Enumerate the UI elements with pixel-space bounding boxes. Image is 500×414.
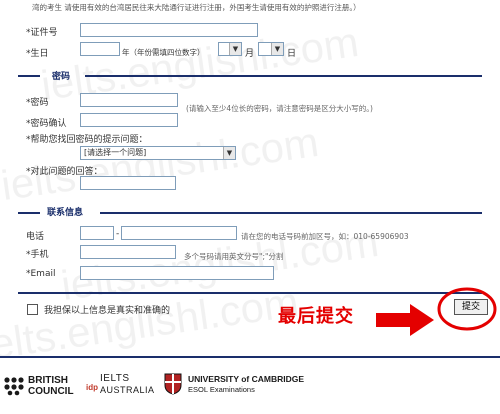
- email-label: *Email: [26, 269, 56, 279]
- id-number-label: *证件号: [26, 28, 58, 38]
- birthday-label: *生日: [26, 49, 49, 59]
- agreement-label: 我担保以上信息是真实和准确的: [44, 306, 171, 316]
- mobile-label: *手机: [26, 250, 49, 260]
- birth-day-select[interactable]: ▼: [258, 42, 284, 56]
- cambridge-line2: ESOL Examinations: [188, 385, 255, 394]
- password-label: *密码: [26, 98, 49, 108]
- password-hint: (请输入至少4位长的密码，请注意密码是区分大小写的。): [186, 104, 373, 113]
- chevron-down-icon: ▼: [223, 147, 235, 159]
- month-label: 月: [245, 49, 255, 59]
- phone-hint: 请在您的电话号码前加区号，如：010-65906903: [241, 232, 409, 241]
- contact-section-title: 联系信息: [47, 208, 84, 218]
- phone-number-input[interactable]: [121, 226, 237, 240]
- footer-divider: [0, 356, 500, 358]
- british-council-line2: COUNCIL: [28, 386, 74, 397]
- arrow-right-icon: [376, 304, 434, 336]
- id-number-input[interactable]: [80, 23, 258, 37]
- birth-month-select[interactable]: ▼: [218, 42, 242, 56]
- section-divider: [18, 292, 482, 294]
- final-submit-annotation: 最后提交: [278, 306, 354, 327]
- answer-input[interactable]: [80, 176, 176, 190]
- british-council-line1: BRITISH: [28, 375, 68, 386]
- password-confirm-input[interactable]: [80, 113, 178, 127]
- ielts-text: IELTS: [100, 373, 130, 384]
- email-input[interactable]: [80, 266, 274, 280]
- phone-dash: -: [116, 229, 120, 239]
- mobile-input[interactable]: [80, 245, 176, 259]
- section-divider: [18, 75, 40, 77]
- password-section-title: 密码: [52, 72, 71, 82]
- hint-question-label: *帮助您找回密码的提示问题：: [26, 135, 148, 145]
- section-divider: [100, 212, 482, 214]
- cambridge-line1: UNIVERSITY of CAMBRIDGE: [188, 374, 305, 384]
- submit-button[interactable]: 提交: [454, 299, 488, 315]
- section-divider: [18, 212, 40, 214]
- password-input[interactable]: [80, 93, 178, 107]
- phone-label: 电话: [26, 232, 45, 242]
- year-label: 年（年份需填四位数字）: [122, 48, 205, 57]
- british-council-logo: BRITISH COUNCIL: [4, 374, 84, 398]
- chevron-down-icon: ▼: [271, 43, 283, 55]
- australia-text: AUSTRALIA: [100, 385, 155, 395]
- hint-question-selected: [请选择一个问题]: [84, 148, 147, 157]
- cambridge-esol-logo: UNIVERSITY of CAMBRIDGE ESOL Examination…: [164, 372, 314, 400]
- phone-area-input[interactable]: [80, 226, 114, 240]
- chevron-down-icon: ▼: [229, 43, 241, 55]
- section-divider: [85, 75, 482, 77]
- mobile-hint: 多个号码请用英文分号";"分割: [184, 252, 284, 261]
- birth-year-input[interactable]: [80, 42, 120, 56]
- notice-text: 湾的考生 请使用有效的台湾居民往来大陆通行证进行注册，外国考生请使用有效的护照进…: [32, 3, 361, 12]
- password-confirm-label: *密码确认: [26, 119, 67, 129]
- day-label: 日: [287, 49, 297, 59]
- ielts-australia-logo: idp IELTS AUSTRALIA: [86, 372, 156, 400]
- british-council-dots-icon: [4, 377, 24, 396]
- cambridge-shield-icon: [164, 373, 182, 395]
- agreement-checkbox[interactable]: [27, 304, 38, 315]
- idp-mark: idp: [86, 383, 98, 392]
- hint-question-select[interactable]: [请选择一个问题] ▼: [80, 146, 236, 160]
